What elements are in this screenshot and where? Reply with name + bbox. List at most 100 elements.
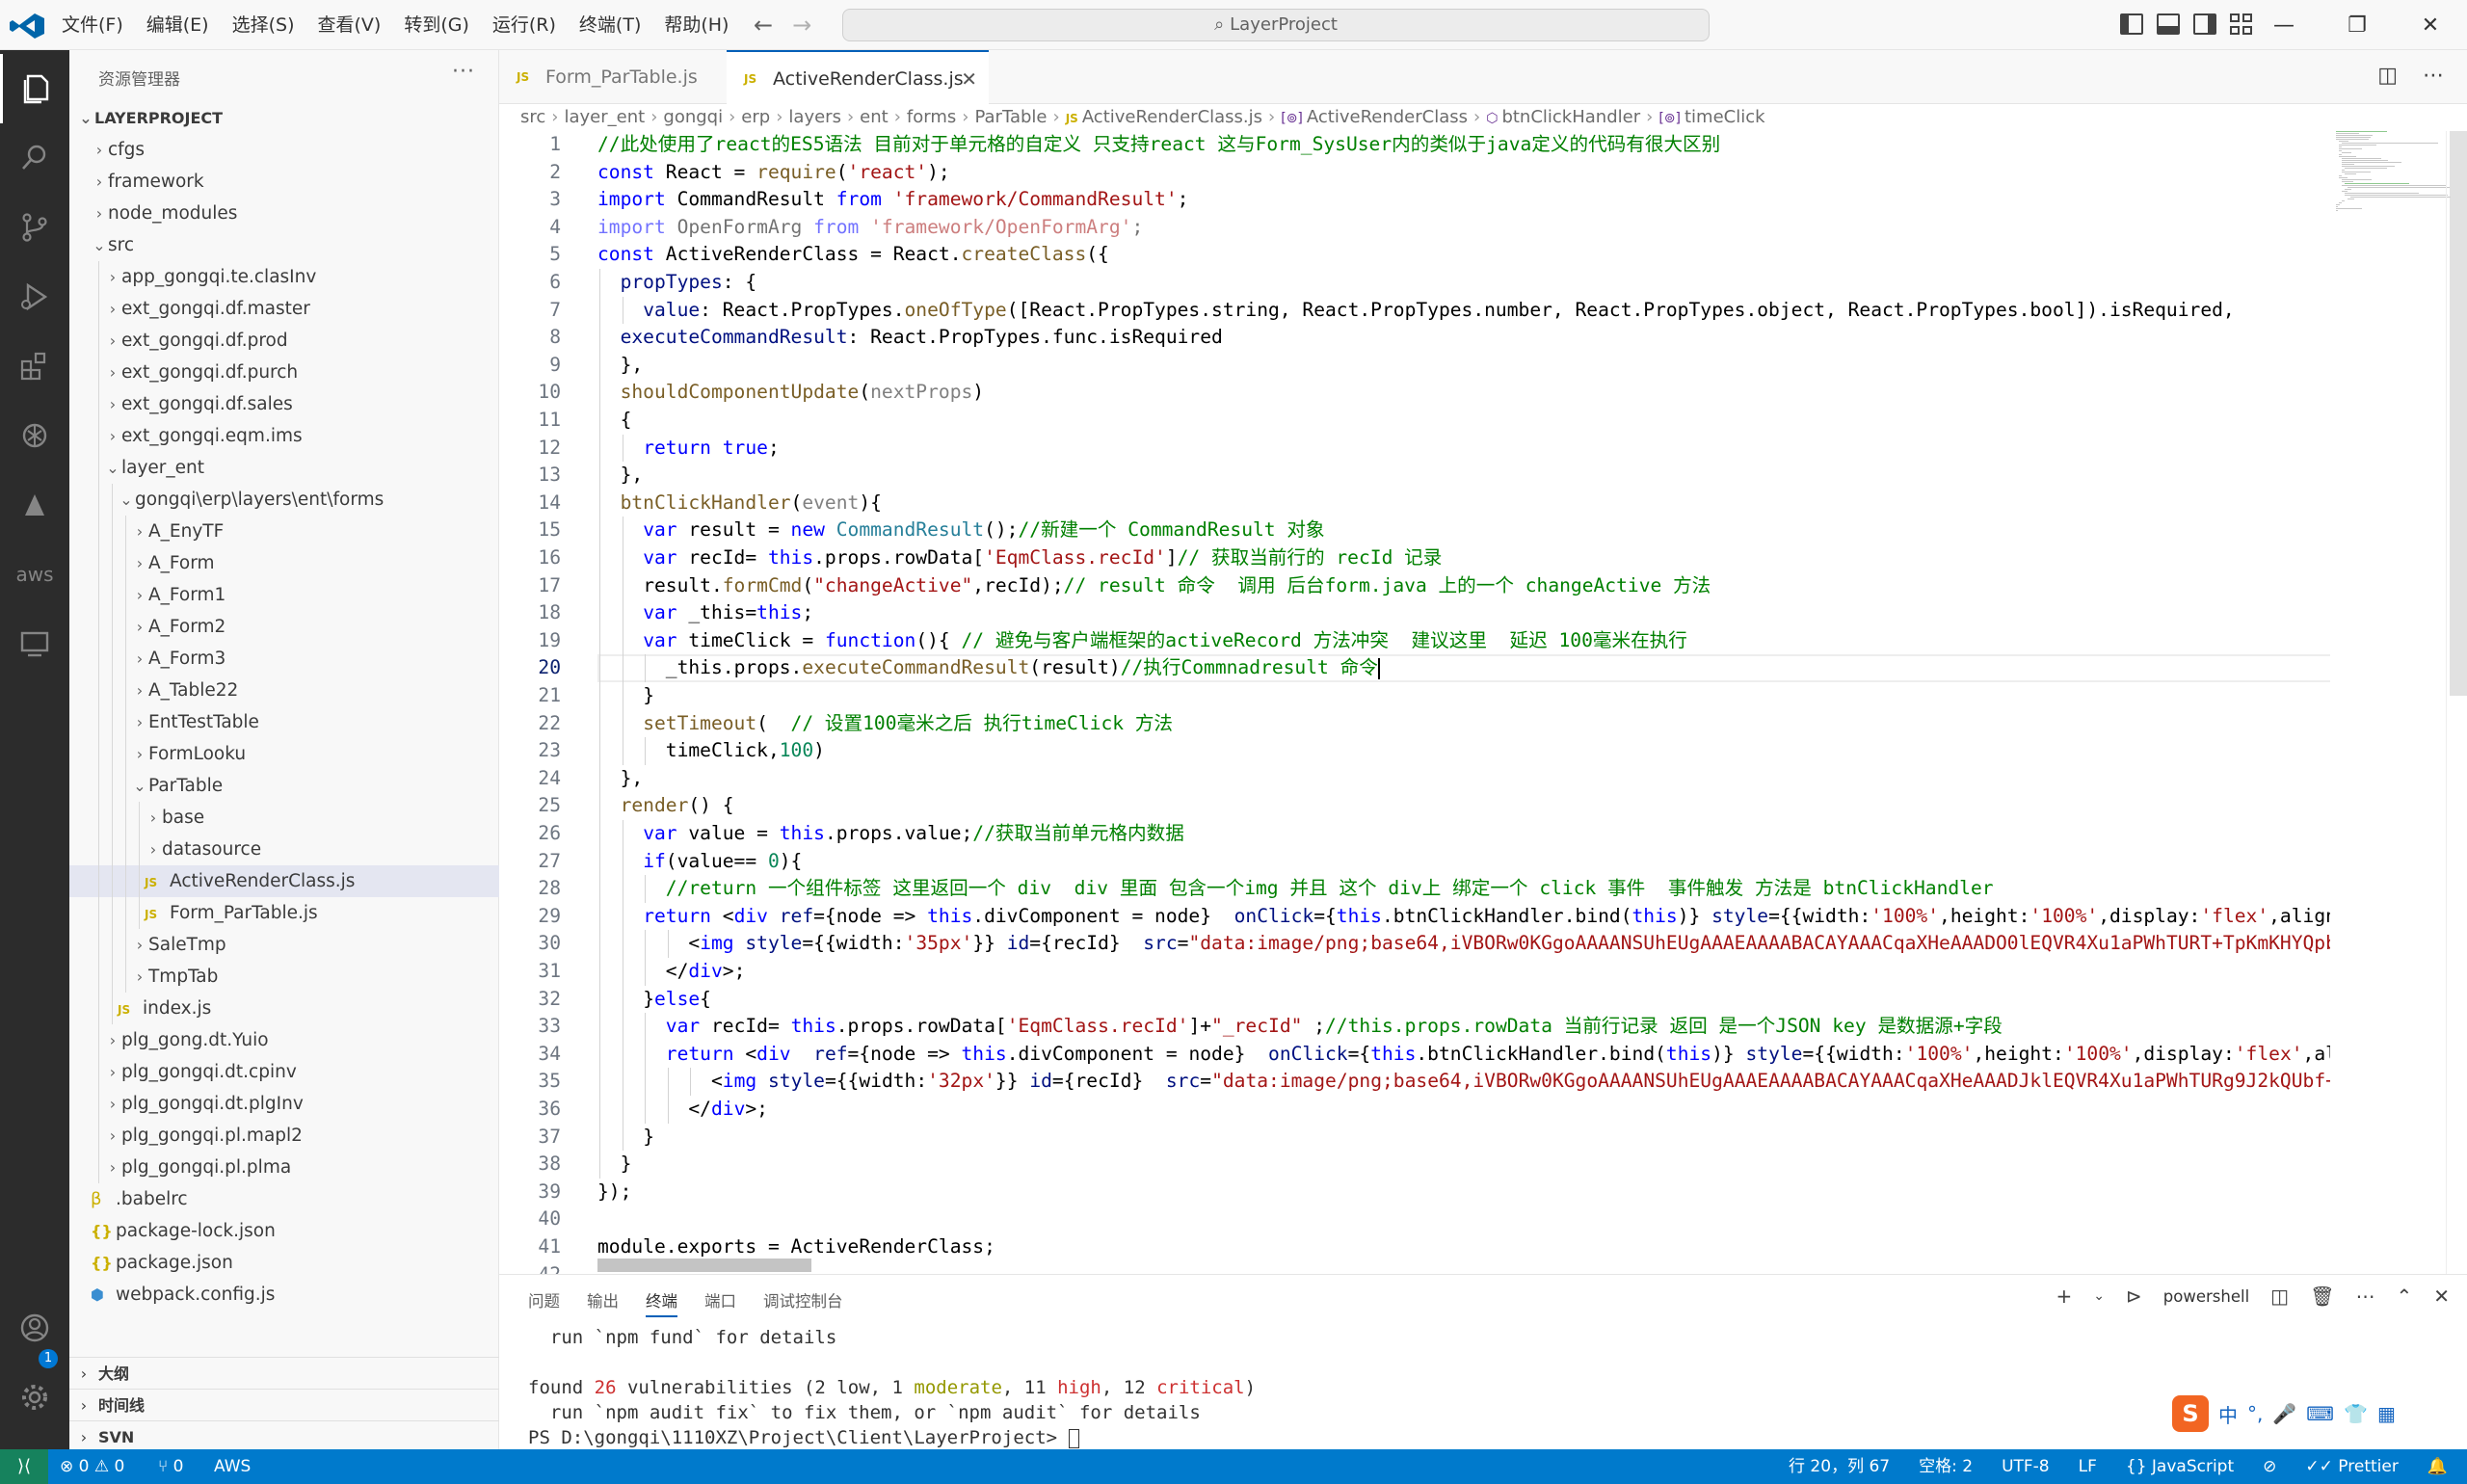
tree-folder[interactable]: › A_Form — [69, 547, 499, 579]
maximize-panel-icon[interactable]: ⌃ — [2396, 1285, 2412, 1308]
panel-tab[interactable]: 输出 — [587, 1288, 619, 1317]
code-line[interactable]: 1 //此处使用了react的ES5语法 目前对于单元格的自定义 只支持react… — [499, 131, 2330, 159]
code-line[interactable]: 41 module.exports = ActiveRenderClass; — [499, 1233, 2330, 1261]
tree-folder[interactable]: › A_Table22 — [69, 675, 499, 706]
aws-status[interactable]: AWS — [214, 1449, 251, 1484]
menu-item[interactable]: 文件(F) — [50, 0, 135, 50]
tree-folder[interactable]: › datasource — [69, 834, 499, 865]
shell-name[interactable]: powershell — [2163, 1287, 2249, 1306]
code-line[interactable]: 37} — [499, 1124, 2330, 1152]
breadcrumb-item[interactable]: forms — [907, 107, 956, 127]
tree-file[interactable]: ⬢ webpack.config.js — [69, 1279, 499, 1311]
microphone-icon[interactable]: 🎤 — [2272, 1402, 2296, 1425]
panel-tab[interactable]: 端口 — [704, 1288, 736, 1317]
code-line[interactable]: 31 </div>; — [499, 958, 2330, 986]
remote-indicator[interactable]: ⟩⟨ — [0, 1449, 48, 1484]
ime-mode[interactable]: 中 — [2218, 1400, 2238, 1428]
code-line[interactable]: 34 return <div ref={node => this.divCompo… — [499, 1041, 2330, 1069]
breadcrumb-item[interactable]: ActiveRenderClass.js — [1082, 107, 1262, 127]
copilot-icon[interactable]: ⊘ — [2263, 1449, 2276, 1484]
code-line[interactable]: 13}, — [499, 462, 2330, 490]
keyboard-icon[interactable]: ⌨ — [2306, 1402, 2334, 1425]
tree-folder[interactable]: › EntTestTable — [69, 706, 499, 738]
more-actions-icon[interactable]: ⋯ — [2355, 1285, 2374, 1308]
code-line[interactable]: 21} — [499, 682, 2330, 710]
code-line[interactable]: 39}); — [499, 1179, 2330, 1206]
tree-folder[interactable]: › cfgs — [69, 134, 499, 166]
menu-item[interactable]: 选择(S) — [221, 0, 306, 50]
new-terminal-icon[interactable]: + — [2056, 1285, 2073, 1308]
menu-item[interactable]: 查看(V) — [306, 0, 393, 50]
remote-explorer-icon[interactable] — [0, 609, 69, 678]
encoding[interactable]: UTF-8 — [2002, 1449, 2050, 1484]
panel-tab[interactable]: 终端 — [646, 1288, 677, 1317]
panel-tab[interactable]: 问题 — [528, 1288, 560, 1317]
panel-tab[interactable]: 调试控制台 — [763, 1288, 843, 1317]
more-actions-icon[interactable]: ⋯ — [2423, 64, 2444, 88]
code-line[interactable]: 9}, — [499, 352, 2330, 380]
toggle-secondary-sidebar-icon[interactable] — [2193, 13, 2216, 35]
extensions-icon[interactable] — [0, 331, 69, 401]
code-line[interactable]: 11 { — [499, 407, 2330, 435]
code-line[interactable]: 24}, — [499, 765, 2330, 793]
toggle-primary-sidebar-icon[interactable] — [2120, 13, 2143, 35]
tree-folder[interactable]: › node_modules — [69, 198, 499, 229]
split-terminal-icon[interactable]: ◫ — [2270, 1285, 2289, 1308]
code-line[interactable]: 5 const ActiveRenderClass = React.createC… — [499, 241, 2330, 269]
tree-folder[interactable]: › plg_gongqi.pl.plma — [69, 1152, 499, 1183]
more-actions-icon[interactable]: ··· — [452, 60, 475, 84]
menu-item[interactable]: 终端(T) — [568, 0, 652, 50]
code-line[interactable]: 18 var _this=this; — [499, 599, 2330, 627]
code-line[interactable]: 35 <img style={{width:'32px'}} id={recId}… — [499, 1068, 2330, 1096]
command-center-search[interactable]: ⌕ LayerProject — [842, 9, 1710, 41]
code-line[interactable]: 40 — [499, 1206, 2330, 1233]
code-line[interactable]: 36 </div>; — [499, 1096, 2330, 1124]
tree-folder[interactable]: ⌄ LAYERPROJECT — [69, 102, 499, 134]
breadcrumb-item[interactable]: btnClickHandler — [1501, 107, 1640, 127]
code-line[interactable]: 10 shouldComponentUpdate(nextProps) — [499, 379, 2330, 407]
code-line[interactable]: 23 timeClick,100) — [499, 737, 2330, 765]
end-of-line[interactable]: LF — [2079, 1449, 2097, 1484]
code-line[interactable]: 28 //return 一个组件标签 这里返回一个 div div 里面 包含一个… — [499, 875, 2330, 903]
tree-folder[interactable]: › app_gongqi.te.clasInv — [69, 261, 499, 293]
settings-gear-icon[interactable] — [0, 1363, 69, 1432]
menu-item[interactable]: 转到(G) — [392, 0, 481, 50]
maximize-button[interactable]: ❐ — [2321, 0, 2394, 50]
tree-folder[interactable]: › ext_gongqi.eqm.ims — [69, 420, 499, 452]
tree-folder[interactable]: › plg_gong.dt.Yuio — [69, 1024, 499, 1056]
code-line[interactable]: 16 var recId= this.props.rowData['EqmClas… — [499, 544, 2330, 572]
code-line[interactable]: 3 import CommandResult from 'framework/Co… — [499, 186, 2330, 214]
breadcrumb-item[interactable]: gongqi — [663, 107, 723, 127]
run-debug-icon[interactable] — [0, 262, 69, 331]
tab-form-partable[interactable]: JS Form_ParTable.js — [499, 50, 727, 104]
tree-folder[interactable]: ⌄ layer_ent — [69, 452, 499, 484]
toolbox-icon[interactable]: ▦ — [2377, 1402, 2396, 1425]
code-line[interactable]: 15 var result = new CommandResult();//新建一… — [499, 517, 2330, 544]
timeline-section[interactable]: › 时间线 — [69, 1389, 499, 1420]
sogou-ime-icon[interactable]: S — [2172, 1395, 2209, 1432]
tree-folder[interactable]: › TmpTab — [69, 961, 499, 993]
code-line[interactable]: 12 return true; — [499, 435, 2330, 463]
forward-arrow-icon[interactable]: → — [792, 12, 811, 39]
terminal-output[interactable]: run `npm fund` for details found 26 vuln… — [528, 1325, 1256, 1450]
breadcrumb-item[interactable]: erp — [741, 107, 770, 127]
tree-folder[interactable]: › FormLooku — [69, 738, 499, 770]
skin-icon[interactable]: 👕 — [2344, 1402, 2368, 1425]
code-editor[interactable]: 1 //此处使用了react的ES5语法 目前对于单元格的自定义 只支持react… — [499, 131, 2330, 1274]
code-line[interactable]: 33 var recId= this.props.rowData['EqmClas… — [499, 1013, 2330, 1041]
code-line[interactable]: 32}else{ — [499, 986, 2330, 1014]
cursor-position[interactable]: 行 20，列 67 — [1789, 1449, 1890, 1484]
code-line[interactable]: 8 executeCommandResult: React.PropTypes.f… — [499, 324, 2330, 352]
code-line[interactable]: 38} — [499, 1151, 2330, 1179]
code-line[interactable]: 19 var timeClick = function(){ // 避免与客户端框… — [499, 627, 2330, 655]
language-mode[interactable]: {} JavaScript — [2126, 1449, 2234, 1484]
account-icon[interactable] — [0, 1293, 69, 1363]
chatgpt-icon[interactable] — [0, 401, 69, 470]
horizontal-scrollbar-thumb[interactable] — [597, 1259, 811, 1272]
code-line[interactable]: 2 const React = require('react'); — [499, 159, 2330, 187]
tree-folder[interactable]: › plg_gongqi.dt.plgInv — [69, 1088, 499, 1120]
tree-folder[interactable]: › A_Form1 — [69, 579, 499, 611]
tree-folder[interactable]: › ext_gongqi.df.purch — [69, 357, 499, 388]
code-line[interactable]: 26 var value = this.props.value;//获取当前单元格… — [499, 820, 2330, 848]
close-window-button[interactable]: ✕ — [2394, 0, 2467, 50]
